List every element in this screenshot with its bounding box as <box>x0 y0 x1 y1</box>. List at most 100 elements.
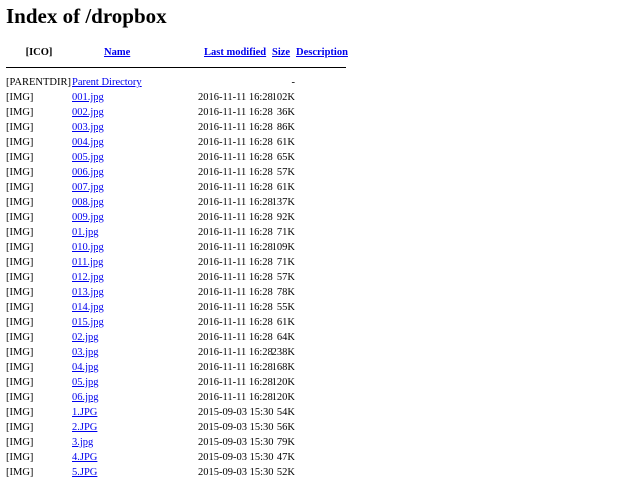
file-row: [IMG] 009.jpg 2016-11-11 16:28 92K <box>6 210 346 225</box>
file-link[interactable]: 1.JPG <box>72 407 97 418</box>
file-size: 102K <box>271 92 295 103</box>
file-size: 238K <box>271 347 295 358</box>
file-size: 61K <box>276 137 295 148</box>
file-type-icon: [IMG] <box>6 92 34 103</box>
file-row: [IMG] 02.jpg 2016-11-11 16:28 64K <box>6 330 346 345</box>
file-type-icon: [IMG] <box>6 242 34 253</box>
file-link[interactable]: 2.JPG <box>72 422 97 433</box>
file-size: 78K <box>276 287 295 298</box>
parent-directory-link[interactable]: Parent Directory <box>72 77 142 88</box>
file-row: [IMG] 1.JPG 2015-09-03 15:30 54K <box>6 405 346 420</box>
file-row: [IMG] 007.jpg 2016-11-11 16:28 61K <box>6 180 346 195</box>
file-row: [IMG] 04.jpg 2016-11-11 16:28 168K <box>6 360 346 375</box>
file-link[interactable]: 012.jpg <box>72 272 104 283</box>
file-size: 168K <box>271 362 295 373</box>
file-size: 47K <box>276 452 295 463</box>
file-link[interactable]: 05.jpg <box>72 377 99 388</box>
file-type-icon: [IMG] <box>6 287 34 298</box>
file-row: [IMG] 012.jpg 2016-11-11 16:28 57K <box>6 270 346 285</box>
file-type-icon: [IMG] <box>6 437 34 448</box>
file-type-icon: [IMG] <box>6 407 34 418</box>
file-type-icon: [IMG] <box>6 197 34 208</box>
file-link[interactable]: 01.jpg <box>72 227 99 238</box>
file-row: [IMG] 3.jpg 2015-09-03 15:30 79K <box>6 435 346 450</box>
table-header-row: [ICO] Name Last modified Size Descriptio… <box>6 44 348 61</box>
file-row: [IMG] 003.jpg 2016-11-11 16:28 86K <box>6 120 346 135</box>
file-link[interactable]: 005.jpg <box>72 152 104 163</box>
file-row: [IMG] 06.jpg 2016-11-11 16:28 120K <box>6 390 346 405</box>
file-row: [IMG] 005.jpg 2016-11-11 16:28 65K <box>6 150 346 165</box>
sort-by-last-modified-link[interactable]: Last modified <box>204 47 266 58</box>
file-type-icon: [IMG] <box>6 377 34 388</box>
file-size: 64K <box>276 332 295 343</box>
file-row: [IMG] 015.jpg 2016-11-11 16:28 61K <box>6 315 346 330</box>
file-size: 54K <box>276 407 295 418</box>
file-link[interactable]: 008.jpg <box>72 197 104 208</box>
file-link[interactable]: 04.jpg <box>72 362 99 373</box>
file-size: 86K <box>276 122 295 133</box>
file-size: 137K <box>271 197 295 208</box>
file-type-icon: [IMG] <box>6 362 34 373</box>
file-size: 61K <box>276 182 295 193</box>
file-type-icon: [IMG] <box>6 257 34 268</box>
file-link[interactable]: 014.jpg <box>72 302 104 313</box>
file-row: [IMG] 4.JPG 2015-09-03 15:30 47K <box>6 450 346 465</box>
file-link[interactable]: 001.jpg <box>72 92 104 103</box>
file-link[interactable]: 004.jpg <box>72 137 104 148</box>
file-link[interactable]: 011.jpg <box>72 257 103 268</box>
file-link[interactable]: 010.jpg <box>72 242 104 253</box>
file-type-icon: [IMG] <box>6 452 34 463</box>
parent-directory-row: [PARENTDIR] Parent Directory - <box>6 75 346 90</box>
file-size: 57K <box>276 167 295 178</box>
file-link[interactable]: 007.jpg <box>72 182 104 193</box>
file-rows: [IMG] 001.jpg 2016-11-11 16:28 102K [IMG] 002… <box>6 90 346 480</box>
file-row: [IMG] 002.jpg 2016-11-11 16:28 36K <box>6 105 346 120</box>
file-row: [IMG] 05.jpg 2016-11-11 16:28 120K <box>6 375 346 390</box>
file-row: [IMG] 5.JPG 2015-09-03 15:30 52K <box>6 465 346 480</box>
file-type-icon: [IMG] <box>6 122 34 133</box>
file-link[interactable]: 02.jpg <box>72 332 99 343</box>
file-table: [ICO] Name Last modified Size Descriptio… <box>6 44 348 480</box>
file-type-icon: [IMG] <box>6 107 34 118</box>
directory-listing-page: Index of /dropbox [ICO] Name Last modifi… <box>0 0 640 480</box>
file-size: 36K <box>276 107 295 118</box>
file-link[interactable]: 06.jpg <box>72 392 99 403</box>
file-size: 55K <box>276 302 295 313</box>
file-size: 120K <box>271 392 295 403</box>
file-link[interactable]: 006.jpg <box>72 167 104 178</box>
file-row: [IMG] 006.jpg 2016-11-11 16:28 57K <box>6 165 346 180</box>
file-link[interactable]: 3.jpg <box>72 437 93 448</box>
file-type-icon: [IMG] <box>6 422 34 433</box>
file-type-icon: [IMG] <box>6 467 34 478</box>
file-link[interactable]: 009.jpg <box>72 212 104 223</box>
file-link[interactable]: 4.JPG <box>72 452 97 463</box>
file-type-icon: [IMG] <box>6 272 34 283</box>
file-row: [IMG] 004.jpg 2016-11-11 16:28 61K <box>6 135 346 150</box>
parent-size: - <box>291 77 296 88</box>
file-link[interactable]: 002.jpg <box>72 107 104 118</box>
file-size: 120K <box>271 377 295 388</box>
file-type-icon: [IMG] <box>6 182 34 193</box>
file-link[interactable]: 003.jpg <box>72 122 104 133</box>
file-type-icon: [IMG] <box>6 227 34 238</box>
sort-by-name-link[interactable]: Name <box>104 47 130 58</box>
file-size: 57K <box>276 272 295 283</box>
header-icon-column: [ICO] <box>25 47 53 58</box>
sort-by-size-link[interactable]: Size <box>272 47 290 58</box>
file-link[interactable]: 5.JPG <box>72 467 97 478</box>
file-link[interactable]: 013.jpg <box>72 287 104 298</box>
file-type-icon: [IMG] <box>6 317 34 328</box>
file-size: 61K <box>276 317 295 328</box>
file-size: 71K <box>276 257 295 268</box>
sort-by-description-link[interactable]: Description <box>296 47 348 58</box>
file-size: 52K <box>276 467 295 478</box>
file-size: 79K <box>276 437 295 448</box>
file-link[interactable]: 03.jpg <box>72 347 99 358</box>
file-link[interactable]: 015.jpg <box>72 317 104 328</box>
file-row: [IMG] 01.jpg 2016-11-11 16:28 71K <box>6 225 346 240</box>
file-size: 92K <box>276 212 295 223</box>
file-type-icon: [IMG] <box>6 332 34 343</box>
file-type-icon: [IMG] <box>6 212 34 223</box>
parent-dir-icon: [PARENTDIR] <box>6 77 71 88</box>
file-row: [IMG] 008.jpg 2016-11-11 16:28 137K <box>6 195 346 210</box>
